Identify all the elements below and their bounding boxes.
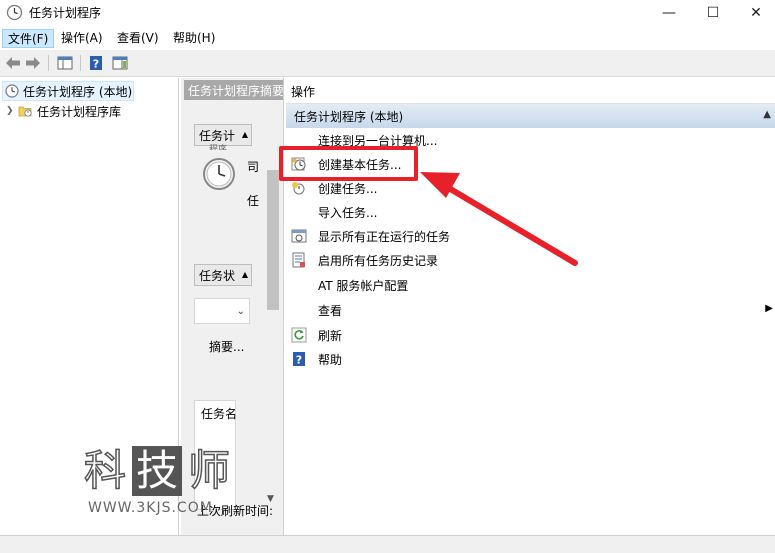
annotation-arrow-shaft — [444, 184, 578, 266]
watermark-char: 师 — [187, 445, 231, 496]
watermark-url: WWW.3KJS.COM — [88, 500, 213, 516]
watermark-char: 科 — [83, 445, 127, 496]
status-bar — [0, 535, 775, 553]
watermark-char: 技 — [132, 446, 182, 496]
